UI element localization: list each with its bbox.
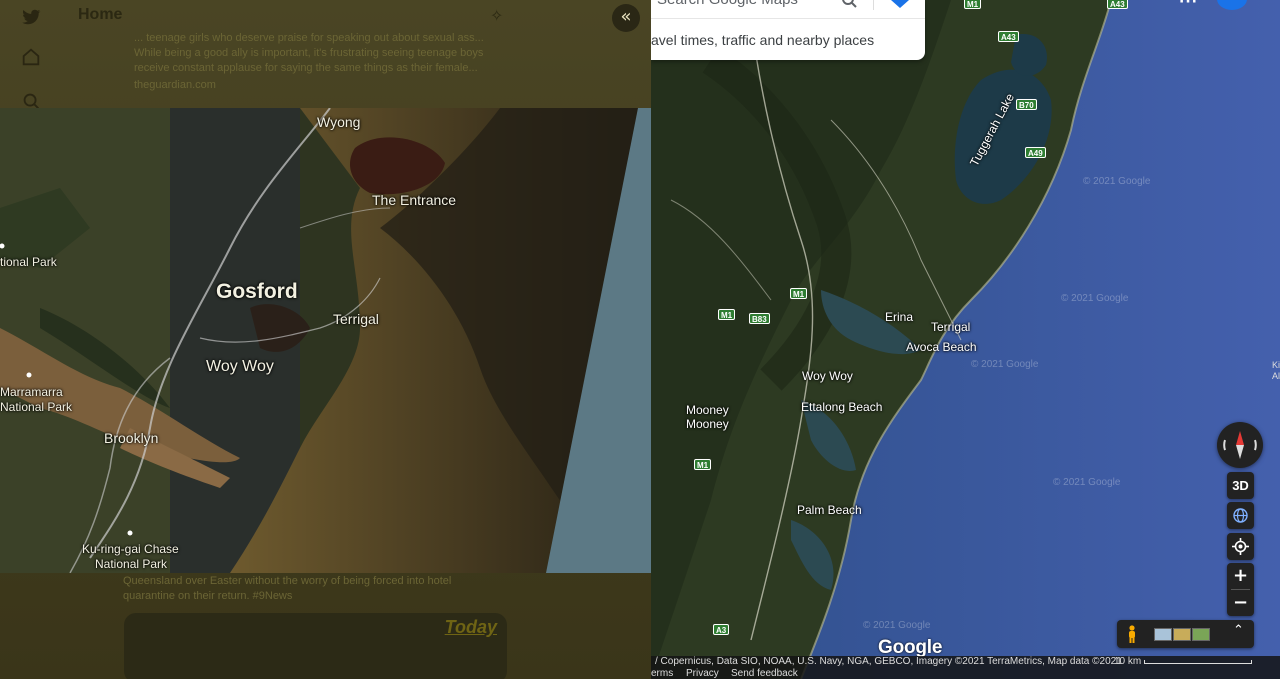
search-icon[interactable] [841,0,857,8]
road-shield-b70: B70 [1016,99,1037,110]
sparkle-icon[interactable]: ✧ [490,6,503,26]
3d-toggle-button[interactable]: 3D [1227,472,1254,499]
zoom-control: + − [1227,563,1254,616]
map-label-avoca-beach: Avoca Beach [906,340,977,354]
globe-icon [1233,508,1248,523]
tweet-link[interactable]: theguardian.com [134,78,216,93]
road-shield-m1: M1 [718,309,736,320]
tweet-bottom-text: Queensland over Easter without the worry… [123,574,451,604]
google-watermark: © 2021 Google [863,620,931,631]
map-label-kuringgai: Ku-ring-gai Chase [82,542,179,556]
search-divider [873,0,874,10]
tweet-text-line: While being a good ally is important, it… [134,47,484,59]
google-watermark: © 2021 Google [971,359,1039,370]
road-shield-m1: M1 [694,459,712,470]
map-label-the-entrance: The Entrance [372,192,457,208]
attribution-text: / Copernicus, Data SIO, NOAA, U.S. Navy,… [655,656,1122,667]
page-title: Home [78,6,123,23]
attribution-bar: / Copernicus, Data SIO, NOAA, U.S. Navy,… [651,656,1280,679]
map-label-wyong: Wyong [317,114,361,130]
road-shield-a49: A49 [1025,147,1046,158]
layer-thumb-map[interactable] [1192,628,1210,641]
tweet-text-line: Queensland over Easter without the worry… [123,575,452,587]
map-label-woy-woy: Woy Woy [802,369,853,383]
chevron-up-icon[interactable]: ⌃ [1233,623,1244,638]
road-shield-a43: A43 [1107,0,1128,9]
tweet-text-line: quarantine on their return. #9News [123,590,293,602]
layer-thumb-terrain[interactable] [1173,628,1191,641]
map-label-woy-woy: Woy Woy [206,358,274,375]
layer-thumb-satellite[interactable] [1154,628,1172,641]
twitter-bird-icon[interactable] [20,6,42,28]
globe-button[interactable] [1227,502,1254,529]
map-label-terrigal: Terrigal [931,320,971,334]
map-label-terrigal: Terrigal [333,311,379,327]
tweet-text-line: receive constant applause for saying the… [134,62,478,74]
map-label-erina: Erina [885,310,914,324]
map-label-mooney: Mooney [686,403,729,417]
apps-grid-icon[interactable]: ··· [1179,0,1198,10]
map-label-gosford: Gosford [216,280,298,303]
pegman-icon[interactable] [1127,625,1137,643]
compass-icon [1223,431,1257,459]
zoom-out-button[interactable]: − [1227,590,1254,616]
map-label-national-park: tional Park [0,255,57,269]
terms-link[interactable]: erms [651,668,673,679]
google-watermark: © 2021 Google [1083,176,1151,187]
news-card[interactable]: Today [124,613,507,679]
scale-bar[interactable] [1144,660,1252,664]
road-shield-a3: A3 [713,624,730,635]
road-shield-m1: M1 [790,288,808,299]
search-separator [651,18,925,19]
search-input[interactable]: Search Google Maps [657,0,798,8]
left-panel: Home ✧ ... teenage girls who deserve pra… [0,0,651,679]
map-label-marramarra-np: National Park [0,400,73,414]
zoom-in-button[interactable]: + [1227,563,1254,589]
edge-text: Ki Al [1272,360,1280,381]
map-label-ettalong-beach: Ettalong Beach [801,400,883,414]
directions-icon[interactable] [891,0,909,8]
road-shield-a43: A43 [998,31,1019,42]
google-watermark: © 2021 Google [1061,293,1129,304]
scale-label[interactable]: 10 km [1114,656,1141,667]
google-watermark: © 2021 Google [1053,477,1121,488]
road-shield-m1: M1 [964,0,982,9]
search-card[interactable]: Search Google Maps avel times, traffic a… [651,0,925,60]
google-maps-panel[interactable]: Search Google Maps avel times, traffic a… [651,0,1280,679]
today-label: Today [444,617,497,637]
overlay-map-image[interactable]: Wyong The Entrance Gosford Terrigal Woy … [0,108,651,573]
privacy-link[interactable]: Privacy [686,668,719,679]
map-label-brooklyn: Brooklyn [104,430,159,446]
my-location-button[interactable] [1227,533,1254,560]
compass-control[interactable] [1217,422,1263,468]
map-label-marramarra: Marramarra [0,385,63,399]
map-label-mooney: Mooney [686,417,729,431]
layers-bar[interactable]: ⌃ [1117,620,1254,648]
map-label-palm-beach: Palm Beach [797,503,862,517]
map-label-kuringgai-np: National Park [95,557,168,571]
road-shield-b83: B83 [749,313,770,324]
send-feedback-link[interactable]: Send feedback [731,668,798,679]
overlay-map-terrain [0,108,651,573]
my-location-icon [1232,538,1249,555]
collapse-panel-button[interactable]: « [612,4,640,32]
home-icon[interactable] [20,46,42,68]
tweet-text-line: ... teenage girls who deserve praise for… [134,32,484,44]
search-hint-text[interactable]: avel times, traffic and nearby places [651,32,874,48]
